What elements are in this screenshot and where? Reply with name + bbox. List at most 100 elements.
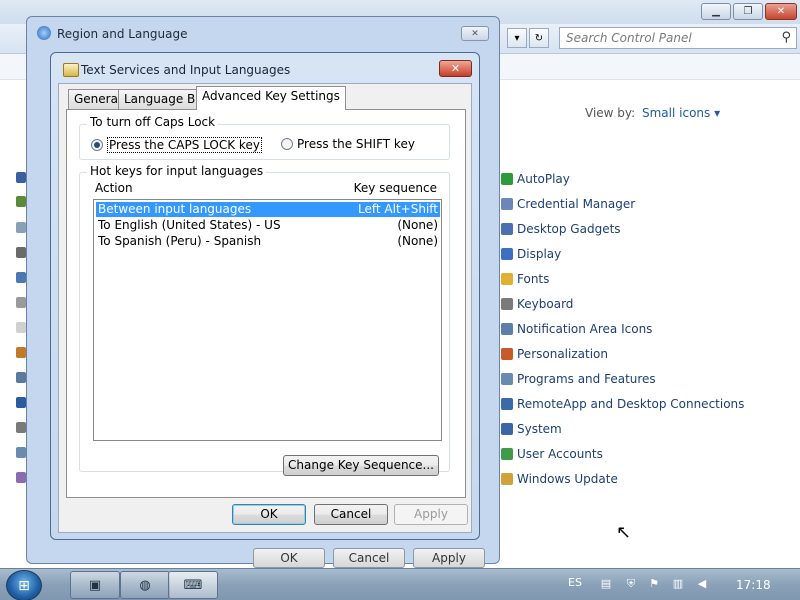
cp-item-programs-and-features[interactable]: Programs and Features <box>501 370 656 388</box>
advanced-key-settings-panel: To turn off Caps Lock Press the CAPS LOC… <box>66 109 466 498</box>
hotkey-sequence: (None) <box>397 234 438 248</box>
view-by-dropdown[interactable]: Small icons ▾ <box>642 106 720 120</box>
search-icon[interactable]: ⚲ <box>781 30 791 45</box>
mouse-cursor-icon: ↖ <box>616 522 632 543</box>
cp-item-remoteapp[interactable]: RemoteApp and Desktop Connections <box>501 395 744 413</box>
keyboard-icon <box>501 298 513 310</box>
system-icon <box>501 423 513 435</box>
address-dropdown-button[interactable]: ▾ <box>507 28 527 48</box>
region-cancel-button[interactable]: Cancel <box>333 548 405 568</box>
taskbar-region-language[interactable]: ◍ <box>120 571 170 599</box>
cp-item-label: Display <box>517 247 562 261</box>
cp-item-desktop-gadgets[interactable]: Desktop Gadgets <box>501 220 621 238</box>
cp-item-system[interactable]: System <box>501 420 562 438</box>
radio-circle <box>91 139 103 151</box>
volume-muted-icon[interactable]: ◀ <box>696 578 708 590</box>
cp-item-label: Desktop Gadgets <box>517 222 621 236</box>
network-icon[interactable]: ▥ <box>672 578 684 590</box>
region-window-title: Region and Language <box>57 27 188 41</box>
dialog-close-button[interactable]: ✕ <box>439 60 472 77</box>
radio-shift[interactable]: Press the SHIFT key <box>281 137 415 151</box>
item-icon <box>16 297 26 308</box>
minimize-button[interactable]: ▁ <box>701 3 731 20</box>
view-by-value: Small icons <box>642 106 711 120</box>
hotkey-sequence: Left Alt+Shift <box>358 202 438 216</box>
cp-item-notification-area-icons[interactable]: Notification Area Icons <box>501 320 652 338</box>
clock[interactable]: 17:18 <box>736 578 771 592</box>
item-icon <box>16 347 26 358</box>
credential-manager-icon <box>501 198 513 210</box>
hotkey-row[interactable]: To English (United States) - US (None) <box>96 218 440 233</box>
keyboard-icon: ⌨ <box>183 577 203 593</box>
start-button[interactable]: ⊞ <box>6 570 42 600</box>
item-icon <box>16 172 26 183</box>
ok-button[interactable]: OK <box>232 504 306 525</box>
hotkeys-group-label: Hot keys for input languages <box>87 164 267 178</box>
search-placeholder: Search Control Panel <box>566 31 692 45</box>
cancel-button[interactable]: Cancel <box>314 504 388 525</box>
close-button[interactable]: ✕ <box>765 3 797 20</box>
item-icon <box>16 372 26 383</box>
language-bar-icon[interactable]: ▤ <box>600 578 612 590</box>
fonts-icon <box>501 273 513 285</box>
maximize-button[interactable]: ❐ <box>733 3 763 20</box>
cp-item-label: Notification Area Icons <box>517 322 653 336</box>
search-input[interactable]: Search Control Panel ⚲ <box>559 27 797 49</box>
cp-item-label: Windows Update <box>517 472 618 486</box>
hotkey-action: Between input languages <box>98 202 252 216</box>
globe-icon <box>37 26 51 40</box>
cp-item-display[interactable]: Display <box>501 245 561 263</box>
hotkey-row[interactable]: To Spanish (Peru) - Spanish (None) <box>96 234 440 249</box>
item-icon <box>16 222 26 233</box>
column-header-action: Action <box>95 181 133 195</box>
notification-area-icon <box>501 323 513 335</box>
radio-circle <box>281 138 293 150</box>
autoplay-icon <box>501 173 513 185</box>
region-ok-button[interactable]: OK <box>253 548 325 568</box>
change-key-sequence-button[interactable]: Change Key Sequence... <box>283 455 439 476</box>
security-shield-icon[interactable]: ⛨ <box>625 578 637 590</box>
item-icon <box>16 447 26 458</box>
radio-caps-label: Press the CAPS LOCK key <box>107 137 262 153</box>
dialog-client: General Language Bar Advanced Key Settin… <box>58 83 472 533</box>
view-by-label: View by: <box>585 106 636 120</box>
hotkey-list[interactable]: Between input languages Left Alt+Shift T… <box>93 199 442 441</box>
refresh-button[interactable]: ↻ <box>529 28 549 48</box>
desktop-gadgets-icon <box>501 223 513 235</box>
item-icon <box>16 472 26 483</box>
cp-item-user-accounts[interactable]: User Accounts <box>501 445 603 463</box>
taskbar-text-services[interactable]: ⌨ <box>168 571 218 599</box>
cp-item-label: Fonts <box>517 272 550 286</box>
taskbar-control-panel[interactable]: ▣ <box>70 571 120 599</box>
cp-item-label: Programs and Features <box>517 372 656 386</box>
hotkey-action: To Spanish (Peru) - Spanish <box>98 234 262 248</box>
globe-icon: ◍ <box>139 577 151 593</box>
taskbar: ⊞ ▣ ◍ ⌨ ES ▤ ⛨ ⚑ ▥ ◀ 17:18 <box>0 568 800 600</box>
item-icon <box>16 322 26 333</box>
cp-item-credential-manager[interactable]: Credential Manager <box>501 195 635 213</box>
radio-shift-label: Press the SHIFT key <box>297 137 415 151</box>
tab-advanced-key-settings[interactable]: Advanced Key Settings <box>196 86 346 110</box>
control-panel-icon: ▣ <box>88 577 102 593</box>
item-icon <box>16 397 26 408</box>
hotkey-sequence: (None) <box>397 218 438 232</box>
cp-item-autoplay[interactable]: AutoPlay <box>501 170 570 188</box>
remoteapp-icon <box>501 398 513 410</box>
cp-item-label: Credential Manager <box>517 197 636 211</box>
cp-item-fonts[interactable]: Fonts <box>501 270 549 288</box>
hotkey-row[interactable]: Between input languages Left Alt+Shift <box>96 202 440 217</box>
cp-item-label: Personalization <box>517 347 608 361</box>
region-close-button[interactable]: ✕ <box>461 26 489 41</box>
cp-item-personalization[interactable]: Personalization <box>501 345 608 363</box>
column-header-key-sequence: Key sequence <box>353 181 437 195</box>
flag-icon[interactable]: ⚑ <box>648 578 660 590</box>
region-apply-button[interactable]: Apply <box>413 548 485 568</box>
item-icon <box>16 272 26 283</box>
apply-button[interactable]: Apply <box>394 504 468 525</box>
cp-item-label: RemoteApp and Desktop Connections <box>517 397 745 411</box>
caps-lock-group-label: To turn off Caps Lock <box>87 115 219 129</box>
language-indicator[interactable]: ES <box>568 576 582 589</box>
cp-item-windows-update[interactable]: Windows Update <box>501 470 618 488</box>
cp-item-keyboard[interactable]: Keyboard <box>501 295 573 313</box>
radio-caps-lock[interactable]: Press the CAPS LOCK key <box>91 137 262 153</box>
